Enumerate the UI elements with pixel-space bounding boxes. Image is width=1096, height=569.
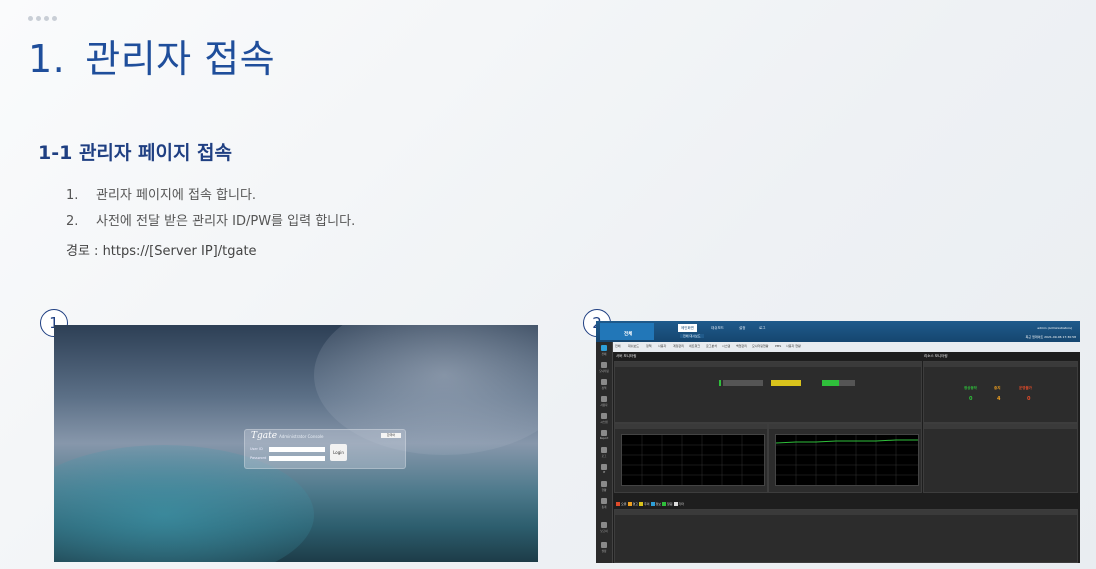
- step-list: 1. 관리자 페이지에 접속 합니다. 2. 사전에 전달 받은 관리자 ID/PW…: [66, 184, 355, 236]
- sidebar-item[interactable]: 전체: [598, 345, 610, 356]
- login-button[interactable]: Login: [330, 444, 347, 461]
- panel-header: [615, 424, 767, 429]
- graph-panel: [614, 423, 768, 493]
- sidebar-item[interactable]: 모니터링: [598, 362, 610, 373]
- subtab[interactable]: 백업관리: [736, 344, 747, 348]
- subtab[interactable]: 계정관리: [673, 344, 684, 348]
- count-label: 운영불가: [1019, 386, 1032, 390]
- login-screenshot: Tgate Administrator Console 한국어 User ID P…: [54, 325, 538, 562]
- count-value: 0: [969, 396, 973, 402]
- user-id-label: User ID: [250, 447, 263, 451]
- password-label: Password: [250, 456, 267, 460]
- subtab[interactable]: 전체: [615, 344, 621, 348]
- tab-dashboard[interactable]: 대쉬보드: [708, 324, 727, 332]
- table-header: [615, 510, 1077, 515]
- event-table: [614, 509, 1078, 563]
- legend-item[interactable]: 알림: [662, 502, 673, 506]
- panel-header: [924, 424, 1077, 429]
- access-path: 경로 : https://[Server IP]/tgate: [66, 244, 257, 259]
- legend: 오류 경고 주의 정보 알림 기타: [616, 502, 684, 506]
- page-title: 1. 관리자 접속: [28, 28, 275, 83]
- panel-header: [924, 362, 1077, 367]
- resource-monitor-title: 리소스 모니터링: [924, 354, 948, 358]
- sidebar-item[interactable]: Report: [598, 430, 610, 440]
- sidebar-item[interactable]: IP: [598, 464, 610, 474]
- sidebar: 전체 모니터링 정책 사용자 시스템 Report 로그 IP 현황 통계 보고…: [596, 342, 613, 563]
- graph-plot: [775, 434, 919, 486]
- graph-panel: [768, 423, 922, 493]
- top-bar: 전체 메인화면 대쉬보드 설정 로그 전체 대시보드 admin (Admini…: [596, 321, 1080, 342]
- subtab[interactable]: 사용자 현황: [786, 344, 801, 348]
- legend-item[interactable]: 정보: [650, 502, 661, 506]
- tab-logs[interactable]: 로그: [756, 324, 768, 332]
- count-value: 4: [997, 396, 1001, 402]
- status-bar: [771, 380, 801, 386]
- status-bar: [719, 380, 721, 386]
- sidebar-item[interactable]: 정책: [598, 379, 610, 390]
- brand-logo: Tgate Administrator Console: [251, 431, 324, 441]
- graph-grid: [775, 435, 918, 485]
- subtab[interactable]: 로그분석: [706, 344, 717, 348]
- sidebar-item[interactable]: 보고서: [598, 522, 610, 533]
- status-bar: [723, 380, 763, 386]
- login-panel: Tgate Administrator Console 한국어 User ID P…: [244, 429, 406, 469]
- resource-panel: 정상동작 중지 운영불가 0 4 0: [923, 361, 1078, 423]
- sidebar-item[interactable]: 시스템: [598, 413, 610, 424]
- section-subtitle: 1-1 관리자 페이지 접속: [38, 142, 233, 164]
- title-text: 관리자 접속: [85, 37, 276, 81]
- legend-item[interactable]: 기타: [673, 502, 684, 506]
- dashboard-screenshot: 전체 메인화면 대쉬보드 설정 로그 전체 대시보드 admin (Admini…: [596, 321, 1080, 563]
- sidebar-item[interactable]: 로그: [598, 447, 610, 458]
- update-status: 최근 업데이트 2021-09-06 17:30:58: [1025, 335, 1076, 339]
- home-logo[interactable]: 전체: [600, 323, 654, 340]
- subtab[interactable]: 대쉬보드: [628, 344, 639, 348]
- server-panel: [614, 361, 922, 423]
- graph-grid: [622, 435, 764, 485]
- subtab[interactable]: 시스템: [722, 344, 730, 348]
- sidebar-item[interactable]: 통계: [598, 498, 610, 509]
- language-select[interactable]: 한국어: [381, 433, 401, 438]
- subtab[interactable]: 모니터링현황: [752, 344, 769, 348]
- decorative-dots: [28, 16, 57, 21]
- graph-plot: [621, 434, 765, 486]
- sub-tab-bar: 전체 대쉬보드 정책 사용자 계정관리 네트워크 로그분석 시스템 백업관리 모…: [612, 342, 1080, 352]
- tab-main[interactable]: 메인화면: [678, 324, 697, 332]
- step-item: 2. 사전에 전달 받은 관리자 ID/PW를 입력 합니다.: [66, 214, 356, 229]
- password-input[interactable]: [269, 456, 325, 461]
- legend-item[interactable]: 경고: [627, 502, 638, 506]
- title-number: 1.: [28, 37, 66, 81]
- breadcrumb: 전체 대시보드: [680, 334, 704, 338]
- count-label: 중지: [994, 386, 1001, 390]
- subtab[interactable]: 정책: [646, 344, 652, 348]
- user-info[interactable]: admin (Administrators): [1037, 326, 1072, 330]
- server-monitor-title: 서버 모니터링: [616, 354, 637, 358]
- sidebar-item[interactable]: 사용자: [598, 396, 610, 407]
- subtab[interactable]: 사용자: [658, 344, 666, 348]
- legend-item[interactable]: 주의: [639, 502, 650, 506]
- status-bar: [839, 380, 855, 386]
- count-label: 정상동작: [964, 386, 977, 390]
- sidebar-item[interactable]: 현황: [598, 481, 610, 492]
- count-value: 0: [1027, 396, 1031, 402]
- sidebar-item[interactable]: 설정: [598, 542, 610, 553]
- table-panel: [923, 423, 1078, 493]
- status-bar: [822, 380, 839, 386]
- subtab[interactable]: 네트워크: [689, 344, 700, 348]
- panel-header: [769, 424, 921, 429]
- subtab[interactable]: PMS: [775, 344, 781, 348]
- panel-header: [615, 362, 921, 367]
- user-id-input[interactable]: [269, 447, 325, 452]
- legend-item[interactable]: 오류: [616, 502, 627, 506]
- step-item: 1. 관리자 페이지에 접속 합니다.: [66, 188, 257, 203]
- tab-settings[interactable]: 설정: [736, 324, 748, 332]
